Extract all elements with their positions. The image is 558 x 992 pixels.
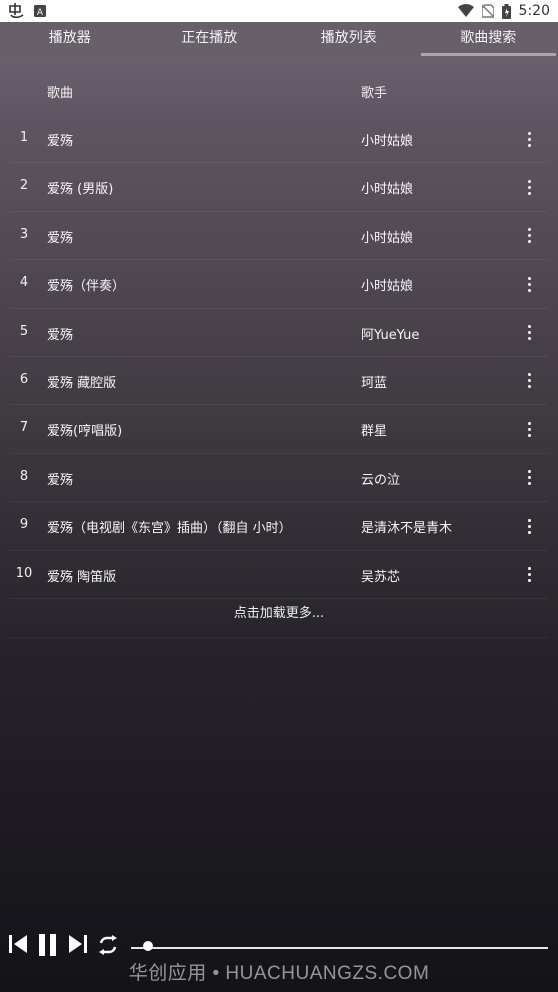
song-title: 爱殇 — [47, 472, 74, 488]
status-time: 5:20 — [518, 3, 550, 19]
battery-icon — [501, 3, 511, 19]
header-artist-label: 歌手 — [361, 86, 388, 101]
song-artist: 珂蓝 — [361, 375, 388, 391]
song-index: 9 — [19, 517, 29, 533]
tab-player[interactable]: 播放器 — [0, 22, 140, 56]
song-index: 7 — [19, 420, 29, 436]
previous-icon[interactable] — [8, 933, 28, 959]
header-song-label: 歌曲 — [47, 86, 74, 101]
song-row[interactable]: 8 爱殇 云の泣 — [10, 454, 548, 503]
next-icon[interactable] — [68, 933, 88, 959]
song-row[interactable]: 6 爱殇 藏腔版 珂蓝 — [10, 357, 548, 406]
tab-song-search[interactable]: 歌曲搜索 — [419, 22, 558, 56]
song-artist: 吴苏芯 — [361, 569, 401, 585]
song-title: 爱殇 (男版) — [47, 182, 114, 198]
song-index: 6 — [19, 371, 29, 387]
song-artist: 小时姑娘 — [361, 182, 414, 198]
list-header: 歌曲 歌手 — [0, 68, 558, 112]
song-title: 爱殇 — [47, 134, 74, 149]
song-title: 爱殇（伴奏） — [47, 279, 126, 295]
tab-bar: 播放器 正在播放 播放列表 歌曲搜索 — [0, 22, 558, 56]
more-options-icon[interactable] — [516, 173, 542, 201]
song-title: 爱殇 陶笛版 — [47, 569, 117, 585]
more-options-icon[interactable] — [516, 367, 542, 395]
more-options-icon[interactable] — [516, 319, 542, 347]
song-index: 5 — [19, 323, 29, 339]
song-row[interactable]: 9 爱殇（电视剧《东宫》插曲）（翻自 小时） 是清沐不是青木 — [10, 502, 548, 551]
wifi-icon — [457, 4, 474, 18]
song-artist: 是清沐不是青木 — [361, 521, 453, 537]
tab-playlist[interactable]: 播放列表 — [279, 22, 419, 56]
seek-thumb[interactable] — [142, 941, 153, 951]
tab-now-playing[interactable]: 正在播放 — [140, 22, 280, 56]
song-list: 1 爱殇 小时姑娘 2 爱殇 (男版) 小时姑娘 3 爱殇 小时姑娘 4 爱殇（… — [0, 115, 558, 599]
no-sim-icon — [481, 4, 494, 18]
song-artist: 小时姑娘 — [361, 134, 414, 149]
song-title: 爱殇 — [47, 327, 74, 343]
load-more-button[interactable]: 点击加载更多... — [10, 590, 548, 638]
song-row[interactable]: 7 爱殇(哼唱版) 群星 — [10, 405, 548, 454]
song-index: 1 — [19, 130, 29, 145]
seek-bar[interactable] — [131, 947, 548, 949]
song-artist: 阿YueYue — [361, 327, 420, 343]
more-options-icon[interactable] — [516, 270, 542, 298]
status-bar: A 5:20 — [0, 0, 558, 22]
song-title: 爱殇 — [47, 230, 74, 246]
more-options-icon[interactable] — [516, 125, 542, 153]
song-index: 10 — [15, 565, 33, 581]
song-title: 爱殇 藏腔版 — [47, 375, 117, 391]
more-options-icon[interactable] — [516, 222, 542, 250]
song-index: 8 — [19, 468, 29, 484]
song-index: 2 — [19, 178, 29, 194]
watermark-text: 华创应用 • HUACHUANGZS.COM — [128, 963, 430, 984]
song-row[interactable]: 2 爱殇 (男版) 小时姑娘 — [10, 163, 548, 212]
song-artist: 云の泣 — [361, 472, 401, 488]
song-row[interactable]: 3 爱殇 小时姑娘 — [10, 212, 548, 261]
pause-icon[interactable] — [38, 933, 58, 961]
song-artist: 小时姑娘 — [361, 230, 414, 246]
song-title: 爱殇(哼唱版) — [47, 424, 123, 440]
song-index: 4 — [19, 275, 29, 291]
repeat-icon[interactable] — [96, 935, 120, 959]
song-artist: 小时姑娘 — [361, 279, 414, 295]
song-row[interactable]: 5 爱殇 阿YueYue — [10, 309, 548, 357]
app-logo-icon — [8, 3, 26, 19]
more-options-icon[interactable] — [516, 512, 542, 540]
song-row[interactable]: 4 爱殇（伴奏） 小时姑娘 — [10, 260, 548, 309]
more-options-icon[interactable] — [516, 464, 542, 492]
svg-text:A: A — [37, 8, 44, 17]
song-row[interactable]: 1 爱殇 小时姑娘 — [10, 115, 548, 164]
song-title: 爱殇（电视剧《东宫》插曲）（翻自 小时） — [47, 521, 292, 537]
song-index: 3 — [19, 226, 29, 242]
more-options-icon[interactable] — [516, 415, 542, 443]
a-badge-icon: A — [34, 5, 46, 17]
more-options-icon[interactable] — [516, 561, 542, 589]
song-artist: 群星 — [361, 424, 388, 440]
